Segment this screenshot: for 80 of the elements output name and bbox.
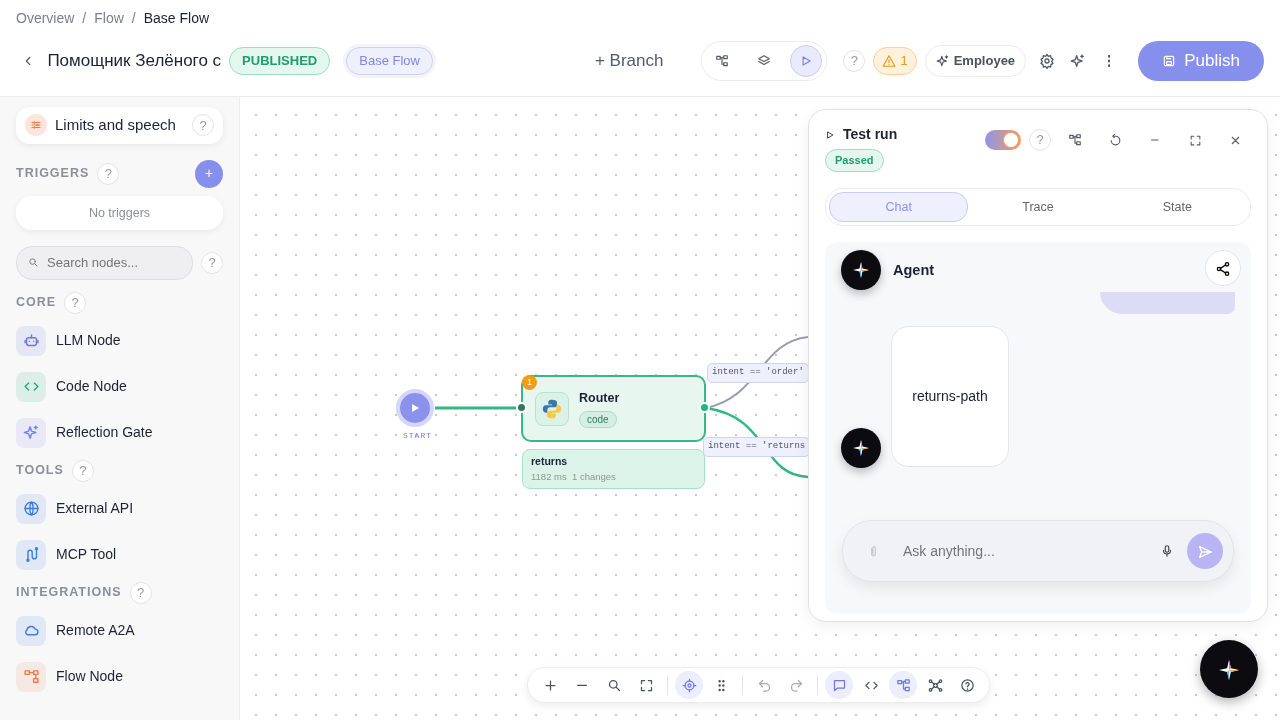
fullscreen-icon [638, 677, 654, 693]
result-title: returns [531, 454, 569, 469]
sparkle-logo-icon [1219, 659, 1239, 680]
panel-title: Test run [843, 125, 898, 144]
reset-icon [1108, 133, 1122, 147]
edge-label[interactable]: intent == 'order' [707, 363, 809, 383]
sparkle-logo-icon [853, 262, 869, 279]
status-badge: Passed [825, 149, 884, 172]
output-port[interactable] [699, 402, 710, 413]
chat-button[interactable] [825, 671, 853, 699]
warning-icon [882, 54, 897, 68]
result-meta: 1182 ms 1 changes [531, 469, 617, 484]
node-title: Router [579, 389, 620, 407]
breadcrumb-link[interactable]: Flow [94, 8, 124, 29]
flow-title: Помощник Зелёного с [47, 50, 222, 73]
node-palette-item[interactable]: Reflection Gate [16, 417, 223, 448]
more-icon [1107, 55, 1111, 67]
node-palette-item[interactable]: Flow Node [16, 661, 223, 692]
agent-name: Agent [893, 261, 935, 281]
search-icon [28, 257, 39, 269]
breadcrumb-separator: / [131, 9, 136, 28]
help-icon [959, 677, 975, 693]
warning-count: 1 [900, 52, 908, 71]
save-icon [1162, 54, 1177, 68]
python-icon [535, 391, 569, 426]
edge-label[interactable]: intent == 'returns [703, 437, 811, 457]
agent-message: returns-path [891, 326, 1009, 468]
play-icon [825, 129, 835, 140]
redo-icon [788, 677, 804, 693]
node-palette-item[interactable]: MCP Tool [16, 539, 223, 570]
hierarchy-button[interactable] [889, 671, 917, 699]
chat-icon [831, 677, 847, 693]
limits-label[interactable]: Limits and speech [55, 114, 176, 137]
status-badge: PUBLISHED [229, 47, 331, 75]
send-icon [1197, 544, 1213, 560]
network-icon [927, 677, 943, 693]
undo-icon [756, 677, 772, 693]
search-field[interactable]: Search nodes... [16, 246, 193, 280]
toggle-switch[interactable] [985, 130, 1021, 150]
hierarchy-icon [715, 54, 730, 68]
view-mode-button[interactable] [790, 45, 823, 77]
start-button[interactable] [396, 389, 434, 427]
panel-tab[interactable]: State [1107, 191, 1247, 223]
minus-icon [577, 683, 587, 687]
sparkle-icon [1070, 53, 1087, 69]
node-palette-item[interactable]: Code Node [16, 371, 223, 402]
sliders-icon [30, 119, 42, 132]
section-title: TRIGGERS [16, 165, 90, 183]
minimize-icon [1151, 138, 1159, 142]
input-port[interactable] [516, 402, 527, 413]
branch-button[interactable]: + Branch [582, 42, 676, 80]
node-palette-item[interactable]: Remote A2A [16, 615, 223, 646]
node-palette-item[interactable]: LLM Node [16, 325, 223, 356]
message-field[interactable]: Ask anything... [901, 539, 1147, 563]
hierarchy-icon [895, 677, 911, 693]
section-title: INTEGRATIONS [16, 584, 122, 602]
section-title: TOOLS [16, 462, 64, 480]
breadcrumb-separator: / [82, 9, 87, 28]
breadcrumb-link[interactable]: Overview [16, 8, 75, 29]
search-icon [606, 677, 622, 693]
target-icon [681, 677, 697, 693]
node-type-tag: code [579, 411, 617, 429]
employee-button[interactable]: Employee [924, 45, 1027, 77]
fullscreen-icon [1188, 133, 1202, 147]
hierarchy-icon [1068, 133, 1082, 147]
breadcrumb-current: Base Flow [143, 9, 210, 28]
layers-icon [757, 54, 772, 68]
sparkle-icon [935, 54, 950, 68]
section-title: CORE [16, 294, 57, 312]
plus-icon [542, 677, 558, 693]
start-label: START [403, 430, 432, 442]
microphone-icon [1160, 544, 1174, 559]
share-icon [1215, 261, 1231, 277]
panel-tab[interactable]: Trace [968, 191, 1108, 223]
share-button[interactable] [1205, 250, 1241, 287]
empty-triggers: No triggers [16, 195, 223, 231]
sparkle-logo-icon [853, 440, 869, 457]
target-button[interactable] [675, 671, 703, 699]
node-palette-item[interactable]: External API [16, 493, 223, 524]
settings-icon [1039, 53, 1056, 69]
